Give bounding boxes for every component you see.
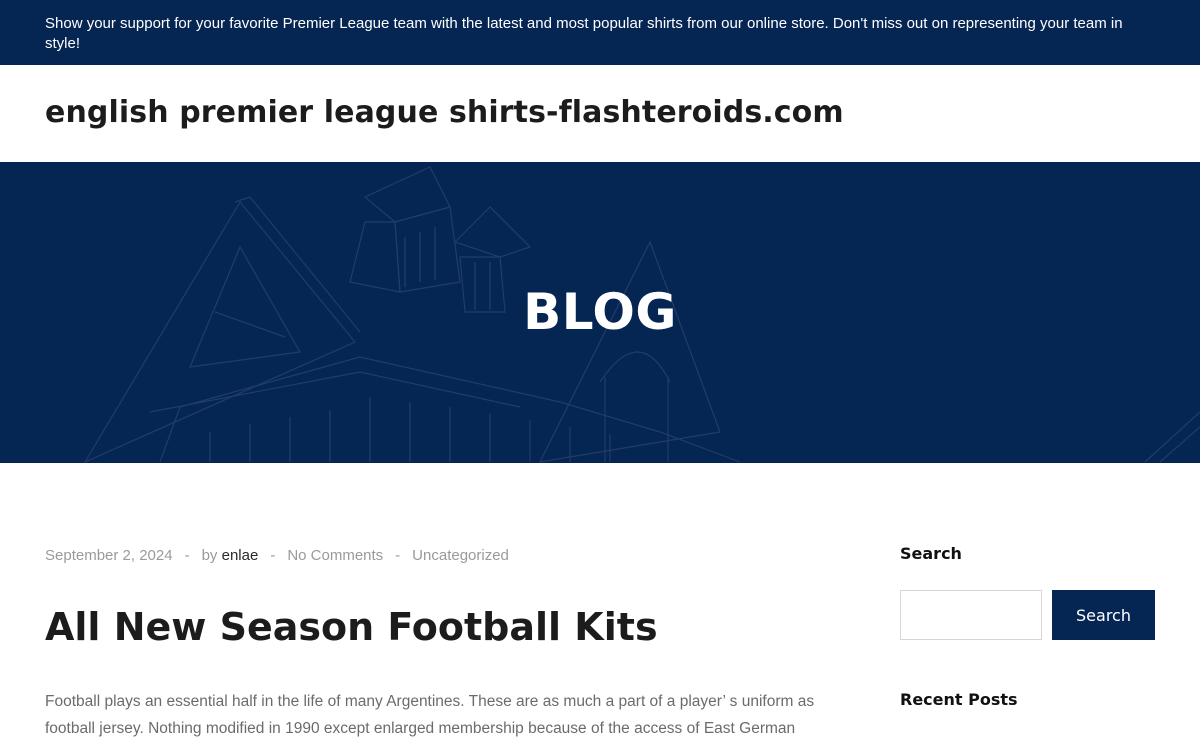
post-excerpt: Football plays an essential half in the … <box>45 693 815 737</box>
meta-separator: - <box>270 547 276 564</box>
page-hero-banner: BLOG <box>0 162 1200 463</box>
post-author-link[interactable]: enlae <box>222 547 259 564</box>
post-meta: September 2, 2024- by enlae - No Comments - U… <box>45 547 509 567</box>
announcement-bar: Show your support for your favorite Prem… <box>0 0 1200 65</box>
meta-separator: - <box>395 547 401 564</box>
search-button[interactable]: Search <box>1052 590 1155 640</box>
post-category-link[interactable]: Uncategorized <box>412 547 509 564</box>
site-title-link[interactable]: english premier league shirts-flashteroi… <box>45 95 844 130</box>
page-title: BLOG <box>523 283 677 341</box>
by-label: by <box>201 547 218 564</box>
search-widget-heading: Search <box>900 544 962 563</box>
post-date[interactable]: September 2, 2024 <box>45 547 173 564</box>
search-input[interactable] <box>900 590 1042 640</box>
site-header: english premier league shirts-flashteroi… <box>0 65 1200 162</box>
post-comments-link[interactable]: No Comments <box>287 547 383 564</box>
meta-separator: - <box>184 547 190 564</box>
recent-posts-heading: Recent Posts <box>900 690 1018 709</box>
announcement-text: Show your support for your favorite Prem… <box>45 15 1123 52</box>
post-title-link[interactable]: All New Season Football Kits <box>45 603 658 651</box>
